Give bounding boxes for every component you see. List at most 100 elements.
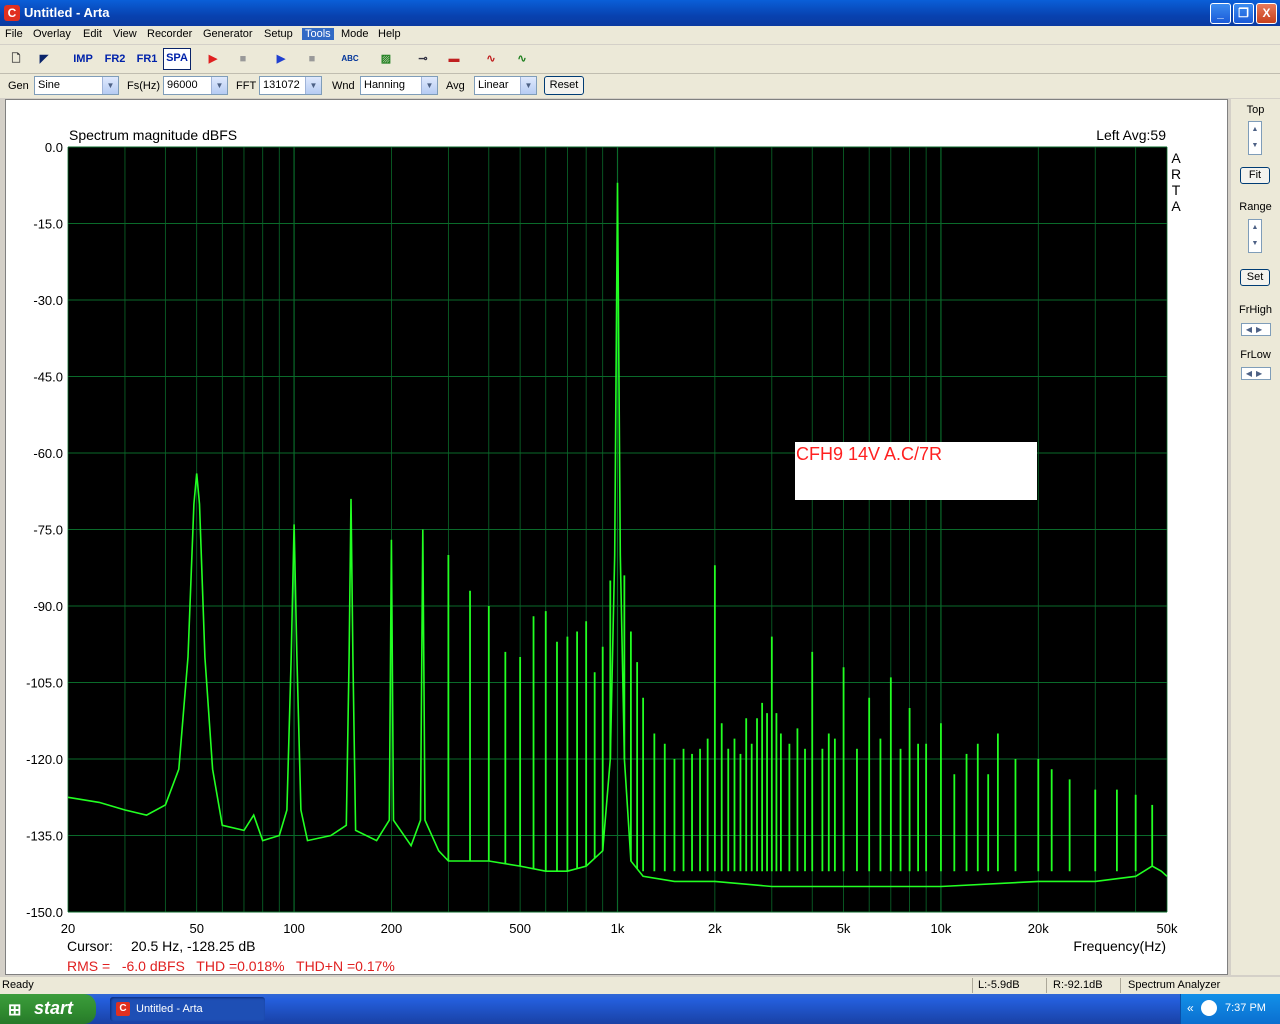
wnd-select[interactable]: Hanning ▼ [360, 76, 438, 95]
clock: 7:37 PM [1225, 1002, 1266, 1014]
stop-icon[interactable]: ■ [233, 50, 253, 68]
x-tick-label: 20 [61, 921, 75, 936]
avg-select[interactable]: Linear ▼ [474, 76, 537, 95]
wnd-label: Wnd [332, 80, 355, 92]
open-icon[interactable]: ◤ [34, 50, 54, 68]
stop2-icon[interactable]: ■ [302, 50, 322, 68]
window-title: Untitled - Arta [24, 5, 110, 20]
spectrum-icon[interactable]: ▬ [444, 50, 464, 68]
gen-select[interactable]: Sine ▼ [34, 76, 119, 95]
imp-button[interactable]: IMP [70, 50, 96, 68]
plot-panel: Spectrum magnitude dBFS Left Avg:59 0.0 -… [5, 99, 1228, 975]
fft-label: FFT [236, 80, 257, 92]
fit-button[interactable]: Fit [1240, 167, 1270, 184]
system-tray: « 7:37 PM [1180, 994, 1280, 1024]
x-tick-label: 10k [930, 921, 951, 936]
maximize-button[interactable]: ❐ [1233, 3, 1254, 24]
top-spinner[interactable]: ▲ ▼ [1248, 121, 1262, 155]
rms-thd-readout: RMS = -6.0 dBFS THD =0.018% THD+N =0.17% [67, 958, 395, 974]
brand-letter-r: R [1171, 166, 1181, 182]
probe-icon[interactable]: ⊸ [413, 50, 433, 68]
avg-value: Linear [478, 79, 509, 91]
frhigh-label: FrHigh [1238, 304, 1272, 316]
play-icon[interactable]: ▶ [271, 50, 291, 68]
y-tick-label: -60.0 [33, 446, 63, 461]
brand-letter-a: A [1171, 150, 1181, 166]
x-tick-label: 20k [1028, 921, 1049, 936]
y-tick-label: -105.0 [26, 676, 63, 691]
x-tick-label: 200 [381, 921, 403, 936]
x-tick-label: 100 [283, 921, 305, 936]
top-label: Top [1246, 104, 1265, 116]
cursor-label: Cursor: [67, 938, 113, 954]
frhigh-spinner[interactable]: ◀▶ [1241, 323, 1271, 336]
chevron-down-icon: ▼ [421, 77, 437, 94]
y-tick-label: -90.0 [33, 599, 63, 614]
tray-expand-icon[interactable]: « [1187, 1001, 1194, 1015]
tray-network-icon[interactable] [1201, 1000, 1217, 1016]
menu-view[interactable]: View [113, 28, 137, 40]
right-sidebar: Top ▲ ▼ Fit Range ▲ ▼ Set FrHigh ◀▶ FrLow … [1231, 99, 1280, 975]
menu-help[interactable]: Help [378, 28, 401, 40]
brand-letter-t: T [1172, 182, 1181, 198]
x-tick-label: 50 [189, 921, 203, 936]
set-button[interactable]: Set [1240, 269, 1270, 286]
x-tick-label: 5k [837, 921, 851, 936]
menu-edit[interactable]: Edit [83, 28, 102, 40]
chart-title: Spectrum magnitude dBFS [69, 127, 237, 143]
new-icon[interactable]: 🗋 [6, 50, 26, 68]
fr2-button[interactable]: FR2 [102, 50, 128, 68]
signal-icon[interactable]: ∿ [481, 50, 501, 68]
y-tick-label: -120.0 [26, 752, 63, 767]
status-divider [972, 978, 973, 993]
record-icon[interactable]: ▶ [203, 50, 223, 68]
fs-label: Fs(Hz) [127, 80, 160, 92]
spectrum-chart[interactable]: Spectrum magnitude dBFS Left Avg:59 0.0 -… [6, 100, 1227, 974]
menu-mode[interactable]: Mode [341, 28, 369, 40]
right-level: R:-92.1dB [1053, 979, 1103, 991]
minimize-button[interactable]: _ [1210, 3, 1231, 24]
range-spinner[interactable]: ▲ ▼ [1248, 219, 1262, 253]
cursor-value: 20.5 Hz, -128.25 dB [131, 938, 256, 954]
y-tick-label: -30.0 [33, 293, 63, 308]
mode-status: Spectrum Analyzer [1128, 979, 1221, 991]
chevron-down-icon: ▼ [520, 77, 536, 94]
chevron-down-icon: ▼ [102, 77, 118, 94]
status-ready: Ready [2, 979, 34, 991]
y-tick-label: -45.0 [33, 370, 63, 385]
task-arta[interactable]: C Untitled - Arta [110, 997, 265, 1021]
menu-recorder[interactable]: Recorder [147, 28, 192, 40]
fr1-button[interactable]: FR1 [134, 50, 160, 68]
menu-generator[interactable]: Generator [203, 28, 253, 40]
gen-label: Gen [8, 80, 29, 92]
brand-letter-a2: A [1171, 198, 1181, 214]
taskbar: ⊞ start C Untitled - Arta « 7:37 PM [0, 994, 1280, 1024]
menu-setup[interactable]: Setup [264, 28, 293, 40]
task-label: Untitled - Arta [136, 1003, 203, 1015]
chart-icon[interactable]: ▨ [376, 50, 396, 68]
x-tick-label: 50k [1157, 921, 1178, 936]
menu-tools[interactable]: Tools [302, 28, 334, 40]
x-tick-label: 500 [509, 921, 531, 936]
fft-select[interactable]: 131072 ▼ [259, 76, 322, 95]
fs-value: 96000 [167, 79, 198, 91]
menu-overlay[interactable]: Overlay [33, 28, 71, 40]
x-axis-label: Frequency(Hz) [1073, 938, 1166, 954]
status-bar: Ready L:-5.9dB R:-92.1dB Spectrum Analyz… [0, 977, 1280, 994]
fs-select[interactable]: 96000 ▼ [163, 76, 228, 95]
spa-button[interactable]: SPA [163, 48, 191, 70]
wnd-value: Hanning [364, 79, 405, 91]
start-label: start [34, 998, 74, 1018]
scope-icon[interactable]: ∿ [512, 50, 532, 68]
x-tick-label: 2k [708, 921, 722, 936]
frlow-spinner[interactable]: ◀▶ [1241, 367, 1271, 380]
abc-icon[interactable]: ABC [338, 50, 362, 68]
start-button[interactable]: ⊞ start [0, 994, 96, 1024]
chevron-down-icon: ▼ [305, 77, 321, 94]
title-bar: C Untitled - Arta _ ❐ X [0, 0, 1280, 26]
reset-button[interactable]: Reset [544, 76, 584, 95]
menu-file[interactable]: File [5, 28, 23, 40]
parameter-row: Gen Sine ▼ Fs(Hz) 96000 ▼ FFT 131072 ▼ Wnd … [0, 74, 1280, 98]
arta-app-icon[interactable]: C [4, 5, 20, 21]
close-button[interactable]: X [1256, 3, 1277, 24]
